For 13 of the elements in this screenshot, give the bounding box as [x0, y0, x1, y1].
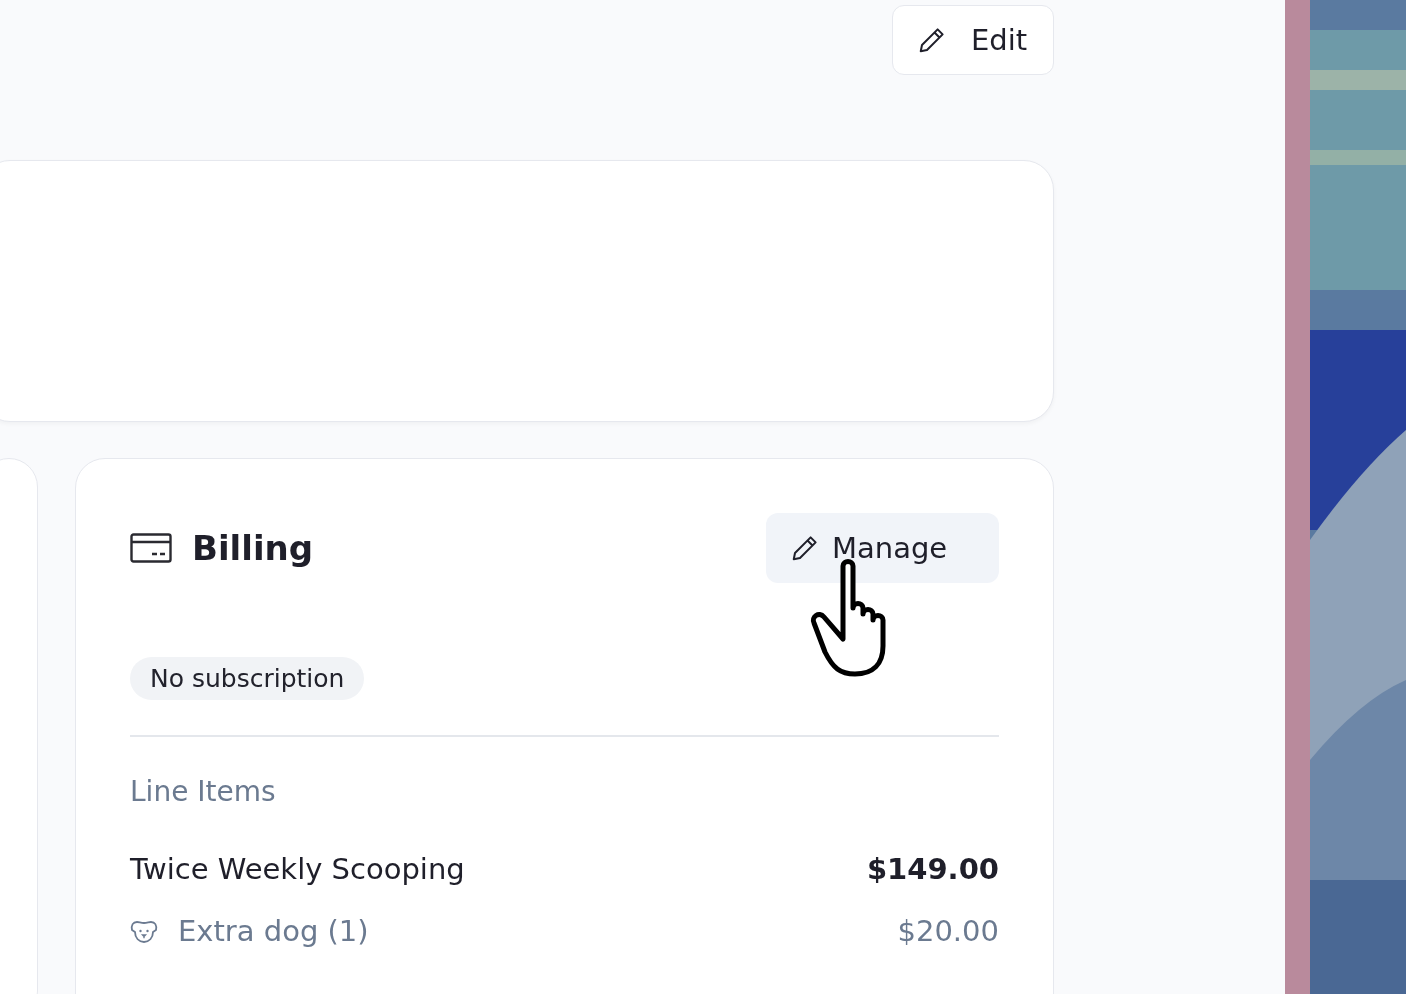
- price: $20.00: [897, 914, 999, 948]
- price: $149.00: [866, 852, 999, 886]
- edit-button[interactable]: Edit: [892, 5, 1054, 75]
- service-name: Twice Weekly Scooping: [130, 852, 465, 886]
- manage-button[interactable]: Manage: [766, 513, 999, 583]
- pencil-icon: [917, 25, 947, 55]
- section-title: Billing: [192, 528, 314, 568]
- credit-card-icon: [130, 533, 172, 563]
- dog-icon: [130, 918, 158, 944]
- status-badge: No subscription: [130, 657, 365, 700]
- section-heading: Line Items: [130, 775, 277, 808]
- pencil-icon: [790, 533, 820, 563]
- addon-name: Extra dog (1): [178, 914, 369, 948]
